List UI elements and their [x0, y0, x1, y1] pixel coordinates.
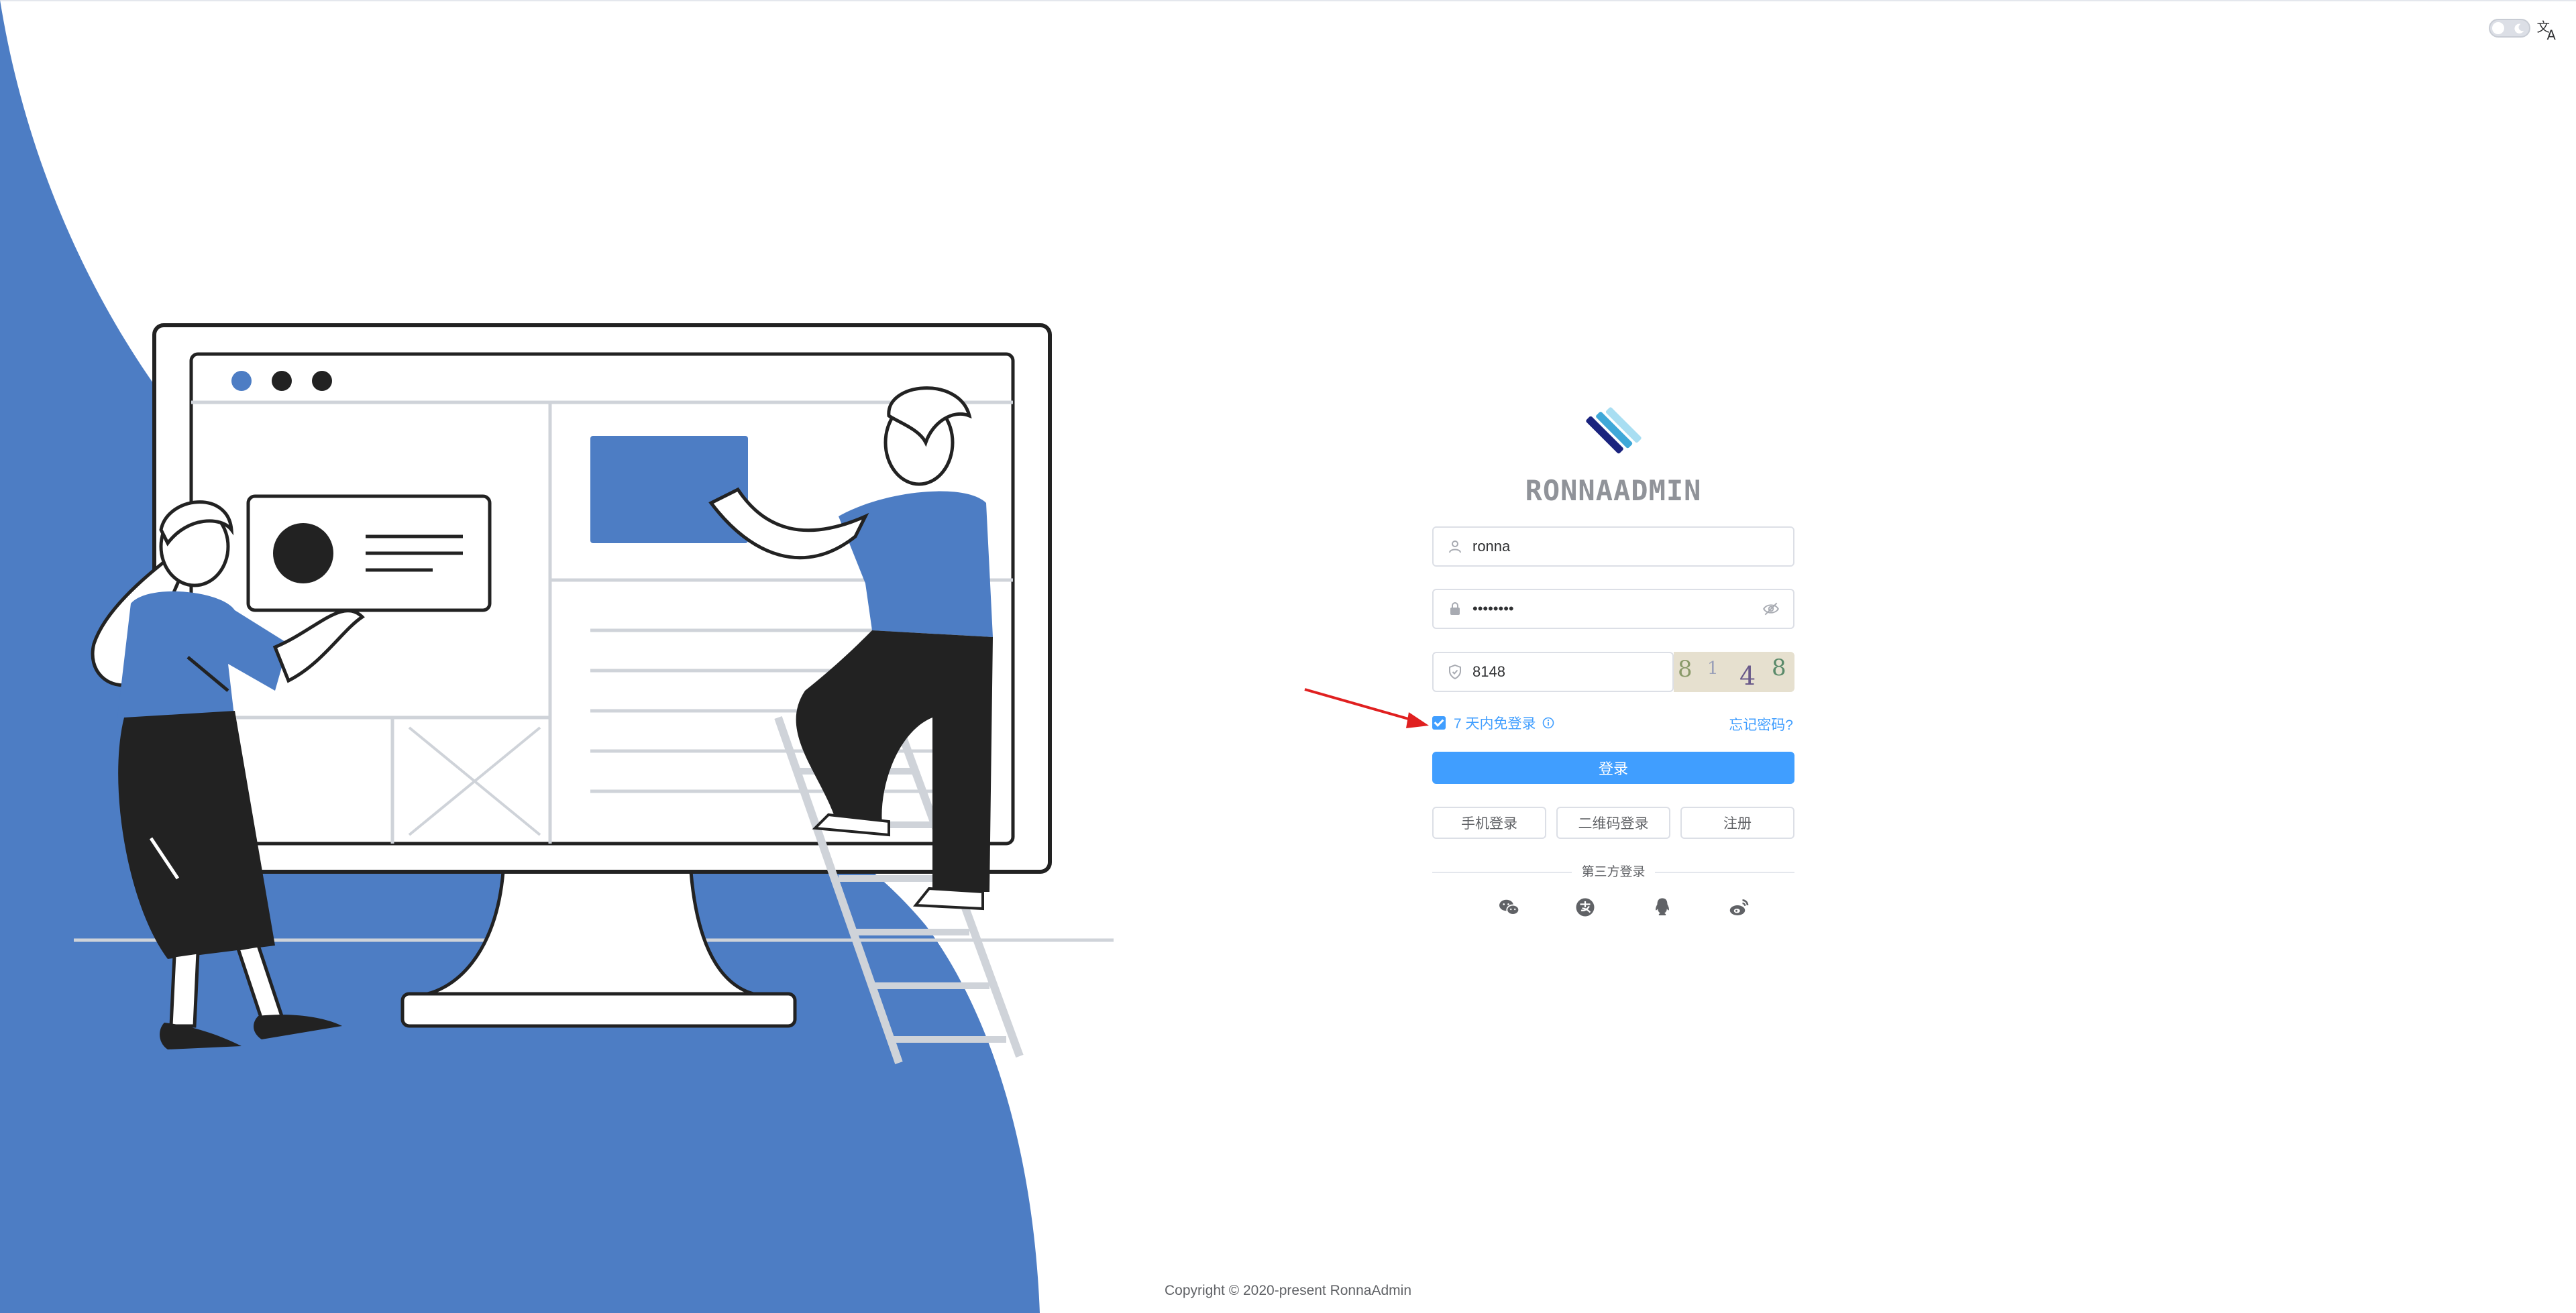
captcha-char: 8: [1678, 656, 1693, 683]
username-input[interactable]: [1472, 528, 1793, 565]
user-icon: [1449, 540, 1461, 553]
third-party-divider: 第三方登录: [1432, 862, 1794, 880]
username-field[interactable]: [1432, 526, 1794, 567]
captcha-image[interactable]: 8 1 4 8: [1674, 652, 1794, 692]
dark-mode-toggle[interactable]: [2489, 19, 2530, 38]
hero-illustration: [74, 323, 1114, 1064]
brand-logo: [1586, 407, 1642, 454]
phone-login-button[interactable]: 手机登录: [1432, 807, 1546, 839]
translate-icon[interactable]: 文 A: [2536, 17, 2560, 42]
captcha-input[interactable]: [1472, 653, 1672, 691]
toggle-knob: [2492, 22, 2504, 34]
qq-icon[interactable]: [1650, 895, 1674, 919]
moon-icon: [2514, 23, 2524, 34]
shield-icon: [1449, 664, 1461, 680]
captcha-char: 4: [1739, 661, 1756, 691]
remember-me-checkbox[interactable]: 7 天内免登录: [1432, 713, 1555, 733]
password-input[interactable]: [1472, 590, 1762, 628]
login-button[interactable]: 登录: [1432, 752, 1794, 784]
weibo-icon[interactable]: [1727, 895, 1752, 919]
qr-login-button[interactable]: 二维码登录: [1556, 807, 1670, 839]
info-icon[interactable]: [1542, 716, 1555, 730]
svg-text:A: A: [2547, 27, 2557, 42]
brand-title: RONNAADMIN: [1525, 474, 1702, 507]
eye-icon[interactable]: [1762, 600, 1780, 618]
captcha-field[interactable]: [1432, 652, 1674, 692]
register-button[interactable]: 注册: [1680, 807, 1794, 839]
login-panel: RONNAADMIN 8 1 4 8 7 天内免登录: [1432, 399, 1794, 1070]
copyright-footer: Copyright © 2020-present RonnaAdmin: [1164, 1283, 1411, 1298]
annotation-arrow: [1304, 688, 1429, 728]
password-field[interactable]: [1432, 589, 1794, 629]
third-party-label: 第三方登录: [1572, 865, 1655, 879]
forgot-password-link[interactable]: 忘记密码?: [1729, 714, 1793, 734]
remember-me-label: 7 天内免登录: [1454, 716, 1536, 732]
alipay-icon[interactable]: [1573, 895, 1597, 919]
captcha-char: 1: [1707, 659, 1719, 679]
wechat-icon[interactable]: [1497, 895, 1521, 919]
captcha-char: 8: [1772, 654, 1786, 681]
lock-icon: [1450, 602, 1460, 615]
